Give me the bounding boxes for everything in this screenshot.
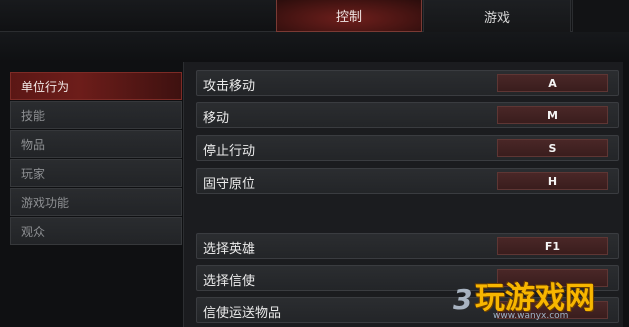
sidebar-item-items[interactable]: 物品 xyxy=(10,130,182,158)
key-button-select-courier[interactable] xyxy=(497,269,608,287)
binding-row-hold: 固守原位 H xyxy=(196,168,619,194)
binding-label: 停止行动 xyxy=(203,144,256,159)
key-button-hold[interactable]: H xyxy=(497,172,608,190)
keybinding-panel: 攻击移动 A 移动 M 停止行动 S 固守原位 H 选择英雄 F1 选择信使 信… xyxy=(183,62,623,327)
binding-row-attack-move: 攻击移动 A xyxy=(196,70,619,96)
binding-row-move: 移动 M xyxy=(196,102,619,128)
key-button-select-hero[interactable]: F1 xyxy=(497,237,608,255)
header-shadow xyxy=(0,32,629,62)
binding-row-stop: 停止行动 S xyxy=(196,135,619,161)
sidebar-item-player[interactable]: 玩家 xyxy=(10,159,182,187)
sidebar-item-abilities[interactable]: 技能 xyxy=(10,101,182,129)
tab-bar-filler xyxy=(572,0,629,32)
sidebar-item-unit-actions[interactable]: 单位行为 xyxy=(10,72,182,100)
sidebar-item-game-functions[interactable]: 游戏功能 xyxy=(10,188,182,216)
category-sidebar: 单位行为 技能 物品 玩家 游戏功能 观众 xyxy=(10,72,182,246)
tab-bar: 控制 游戏 xyxy=(0,0,629,32)
tab-control[interactable]: 控制 xyxy=(276,0,422,32)
binding-row-select-hero: 选择英雄 F1 xyxy=(196,233,619,259)
binding-label: 信使运送物品 xyxy=(203,306,282,321)
binding-row-select-courier: 选择信使 xyxy=(196,265,619,291)
binding-label: 选择英雄 xyxy=(203,242,256,257)
binding-label: 固守原位 xyxy=(203,177,256,192)
binding-row-courier-deliver: 信使运送物品 xyxy=(196,297,619,323)
key-button-stop[interactable]: S xyxy=(497,139,608,157)
binding-label: 选择信使 xyxy=(203,274,256,289)
key-button-attack-move[interactable]: A xyxy=(497,74,608,92)
key-button-move[interactable]: M xyxy=(497,106,608,124)
key-button-courier-deliver[interactable] xyxy=(497,301,608,319)
tab-game[interactable]: 游戏 xyxy=(423,0,571,32)
sidebar-item-spectator[interactable]: 观众 xyxy=(10,217,182,245)
binding-label: 攻击移动 xyxy=(203,79,256,94)
binding-label: 移动 xyxy=(203,111,230,126)
